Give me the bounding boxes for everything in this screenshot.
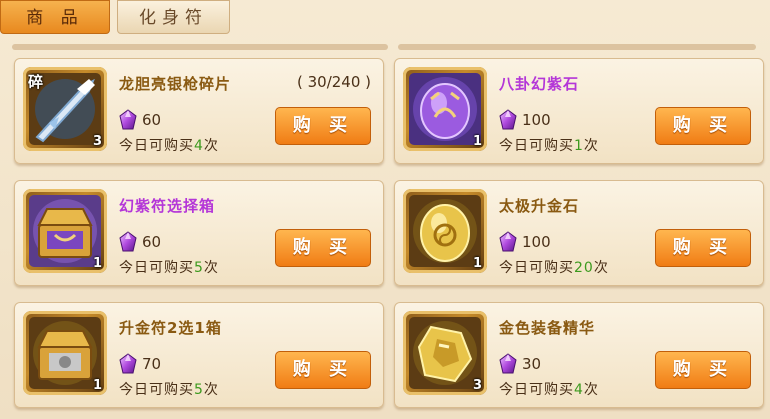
gold-taiji-stone-icon	[409, 195, 481, 267]
buy-button[interactable]: 购 买	[655, 229, 751, 267]
fragment-progress: ( 30/240 )	[296, 73, 371, 91]
purple-bagua-stone-icon	[409, 73, 481, 145]
shop-item-card: 碎 3 龙胆亮银枪碎片( 30/240 ) 60 今日可购买4次购 买	[14, 58, 384, 164]
limit-prefix: 今日可购买	[499, 138, 574, 154]
item-name: 幻紫符选择箱	[119, 197, 216, 215]
limit-suffix: 次	[203, 382, 219, 398]
limit-prefix: 今日可购买	[119, 138, 194, 154]
item-stack-count: 3	[472, 378, 482, 393]
limit-count: 4	[194, 138, 204, 154]
item-name: 金色装备精华	[499, 319, 596, 337]
limit-count: 5	[194, 382, 204, 398]
item-stack-count: 1	[92, 256, 102, 271]
item-icon-frame[interactable]: 1	[23, 311, 107, 395]
limit-prefix: 今日可购买	[119, 260, 194, 276]
tab-avatar-talisman[interactable]: 化身符	[117, 0, 230, 34]
item-stack-count: 1	[92, 378, 102, 393]
item-stack-count: 1	[472, 256, 482, 271]
item-price: 60	[142, 233, 162, 251]
item-icon-frame[interactable]: 碎3	[23, 67, 107, 151]
shop-item-card: 1 八卦幻紫石 100 今日可购买1次购 买	[394, 58, 764, 164]
item-name: 八卦幻紫石	[499, 75, 580, 93]
limit-suffix: 次	[593, 260, 609, 276]
limit-suffix: 次	[583, 382, 599, 398]
list-divider	[398, 44, 756, 50]
buy-button[interactable]: 购 买	[275, 107, 371, 145]
item-price: 100	[522, 233, 551, 251]
tab-goods[interactable]: 商 品	[0, 0, 110, 34]
purple-gem-icon	[119, 353, 137, 375]
limit-count: 5	[194, 260, 204, 276]
limit-suffix: 次	[203, 138, 219, 154]
item-stack-count: 3	[92, 134, 102, 149]
limit-suffix: 次	[203, 260, 219, 276]
item-price: 70	[142, 355, 162, 373]
buy-button[interactable]: 购 买	[275, 351, 371, 389]
gold-essence-icon	[409, 317, 481, 389]
limit-count: 20	[574, 260, 594, 276]
daily-purchase-limit: 今日可购买1次	[499, 135, 599, 155]
limit-count: 1	[574, 138, 584, 154]
list-divider	[12, 44, 388, 50]
buy-button[interactable]: 购 买	[655, 351, 751, 389]
item-name: 龙胆亮银枪碎片	[119, 75, 232, 93]
fragment-tag: 碎	[28, 73, 44, 91]
daily-purchase-limit: 今日可购买4次	[119, 135, 219, 155]
purple-gem-icon	[499, 109, 517, 131]
item-price: 60	[142, 111, 162, 129]
item-name: 升金符2选1箱	[119, 319, 222, 337]
item-price: 100	[522, 111, 551, 129]
buy-button[interactable]: 购 买	[655, 107, 751, 145]
limit-suffix: 次	[583, 138, 599, 154]
shop-item-card: 1 太极升金石 100 今日可购买20次 购 买	[394, 180, 764, 286]
item-price: 30	[522, 355, 542, 373]
purple-gem-icon	[119, 109, 137, 131]
daily-purchase-limit: 今日可购买20次	[499, 257, 609, 277]
purple-gem-icon	[499, 353, 517, 375]
limit-prefix: 今日可购买	[119, 382, 194, 398]
limit-prefix: 今日可购买	[499, 260, 574, 276]
shop-item-card: 1 升金符2选1箱 70 今日可购买5次 购 买	[14, 302, 384, 408]
shop-item-card: 1 幻紫符选择箱 60 今日可购买5次 购 买	[14, 180, 384, 286]
limit-prefix: 今日可购买	[499, 382, 574, 398]
purple-gem-icon	[119, 231, 137, 253]
shop-item-card: 3 金色装备精华 30 今日可购买4次 购 买	[394, 302, 764, 408]
daily-purchase-limit: 今日可购买4次	[499, 379, 599, 399]
item-stack-count: 1	[472, 134, 482, 149]
daily-purchase-limit: 今日可购买5次	[119, 379, 219, 399]
limit-count: 4	[574, 382, 584, 398]
purple-gem-icon	[499, 231, 517, 253]
item-icon-frame[interactable]: 1	[403, 67, 487, 151]
item-icon-frame[interactable]: 1	[23, 189, 107, 273]
daily-purchase-limit: 今日可购买5次	[119, 257, 219, 277]
buy-button[interactable]: 购 买	[275, 229, 371, 267]
purple-chest-icon	[29, 195, 101, 267]
tab-bar: 商 品 化身符	[0, 0, 770, 38]
gold-chest-icon	[29, 317, 101, 389]
item-icon-frame[interactable]: 3	[403, 311, 487, 395]
item-icon-frame[interactable]: 1	[403, 189, 487, 273]
item-name: 太极升金石	[499, 197, 580, 215]
